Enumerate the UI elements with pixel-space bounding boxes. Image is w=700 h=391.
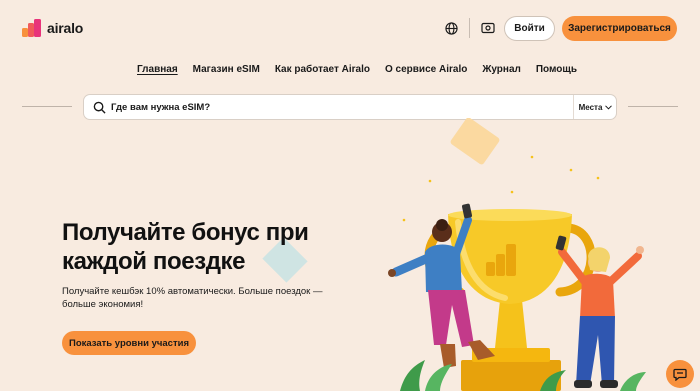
support-chat-button[interactable]: [666, 360, 694, 388]
currency-icon[interactable]: [480, 20, 496, 36]
search-decor-line-left: [22, 106, 72, 107]
logo-text: airalo: [47, 20, 84, 36]
chat-bubble-icon: [673, 368, 687, 381]
nav-item-esim-store[interactable]: Магазин eSIM: [193, 64, 260, 78]
nav-item-help[interactable]: Помощь: [536, 64, 577, 78]
header-divider: [469, 18, 470, 38]
register-button[interactable]: Зарегистрироваться: [562, 16, 677, 41]
search-decor-line-right: [628, 106, 678, 107]
hero-subtitle: Получайте кешбэк 10% автоматически. Боль…: [62, 286, 323, 310]
nav-item-about[interactable]: О сервисе Airalo: [385, 64, 467, 78]
trophy-stem: [495, 300, 527, 348]
nav-item-how-it-works[interactable]: Как работает Airalo: [275, 64, 370, 78]
main-nav: Главная Магазин eSIM Как работает Airalo…: [0, 64, 700, 78]
hero-title: Получайте бонус при каждой поездке: [62, 219, 309, 275]
nav-item-blog[interactable]: Журнал: [482, 64, 521, 78]
search-icon: [93, 101, 106, 114]
nav-item-home[interactable]: Главная: [137, 64, 178, 78]
show-tiers-button[interactable]: Показать уровни участия: [62, 331, 196, 355]
globe-icon[interactable]: [443, 20, 459, 36]
decor-ribbon-shape: [450, 118, 500, 165]
airalo-logo[interactable]: airalo: [22, 19, 83, 37]
search-bar: Места: [83, 94, 617, 120]
header: airalo Войти Зарегистрироваться: [0, 0, 700, 58]
chevron-down-icon: [605, 104, 613, 110]
places-dropdown-label: Места: [578, 102, 603, 112]
places-dropdown[interactable]: Места: [573, 95, 617, 119]
search-input[interactable]: [111, 98, 551, 117]
airalo-logo-icon: [22, 19, 41, 37]
login-button[interactable]: Войти: [504, 16, 555, 41]
person-right-figure: [555, 235, 644, 388]
